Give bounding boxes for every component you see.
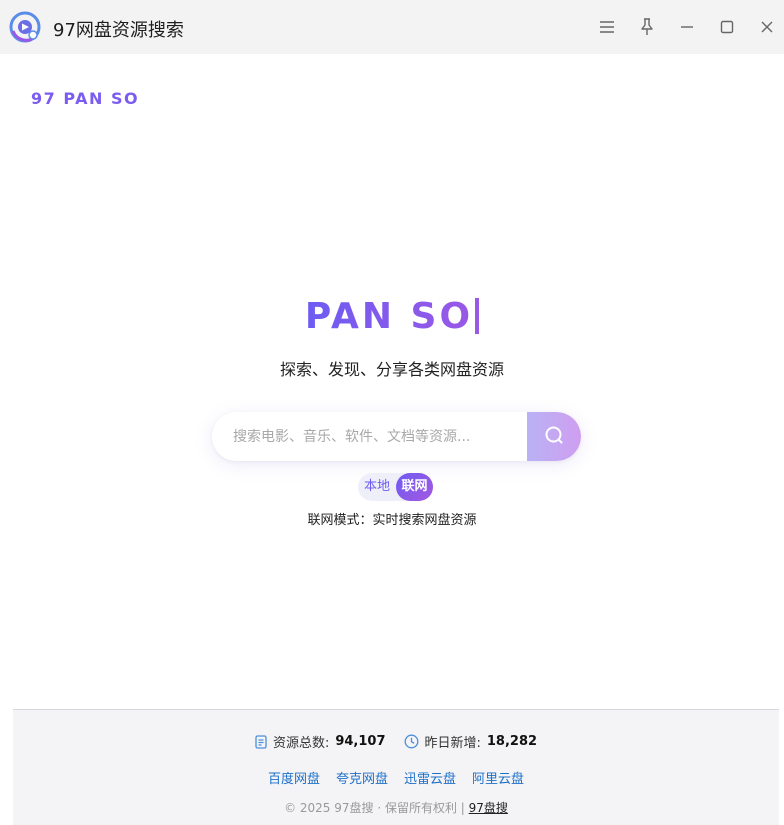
document-icon xyxy=(255,734,267,749)
link-quark[interactable]: 夸克网盘 xyxy=(336,768,388,787)
close-icon[interactable] xyxy=(754,14,780,40)
hero-subtitle: 探索、发现、分享各类网盘资源 xyxy=(279,360,504,379)
search-icon xyxy=(544,425,564,449)
mode-online-button[interactable]: 联网 xyxy=(396,473,433,501)
menu-icon[interactable] xyxy=(594,14,620,40)
app-logo-icon xyxy=(9,11,41,43)
netdisk-links: 百度网盘 夸克网盘 迅雷云盘 阿里云盘 xyxy=(13,768,779,787)
search-input[interactable] xyxy=(212,412,527,461)
stats-row: 资源总数: 94,107 昨日新增: 18,282 xyxy=(13,732,779,751)
mode-toggle: 本地 联网 xyxy=(358,473,433,501)
link-xunlei[interactable]: 迅雷云盘 xyxy=(404,768,456,787)
footer: 资源总数: 94,107 昨日新增: 18,282 百度网盘 夸克网盘 迅雷云盘… xyxy=(13,709,779,825)
stat-new: 昨日新增: 18,282 xyxy=(404,732,538,751)
brand-logo-text[interactable]: 97 PAN SO xyxy=(31,89,139,108)
stat-new-label: 昨日新增: xyxy=(424,736,481,751)
maximize-icon[interactable] xyxy=(714,14,740,40)
copyright-link[interactable]: 97盘搜 xyxy=(469,801,508,815)
stat-new-value: 18,282 xyxy=(486,734,538,749)
mode-local-button[interactable]: 本地 xyxy=(358,473,396,501)
mode-description: 联网模式：实时搜索网盘资源 xyxy=(307,513,477,528)
pin-icon[interactable] xyxy=(634,14,660,40)
title-bar: 97网盘资源搜索 xyxy=(0,0,784,54)
stat-total-value: 94,107 xyxy=(335,734,386,749)
search-bar xyxy=(212,412,581,461)
copyright-text: © 2025 97盘搜 · 保留所有权利 | xyxy=(284,801,465,815)
clock-icon xyxy=(404,734,419,749)
stat-total: 资源总数: 94,107 xyxy=(255,732,386,751)
hero-title-text: PAN SO xyxy=(304,296,474,337)
copyright: © 2025 97盘搜 · 保留所有权利 | 97盘搜 xyxy=(13,799,779,816)
stat-total-label: 资源总数: xyxy=(272,736,330,751)
minimize-icon[interactable] xyxy=(674,14,700,40)
link-baidu[interactable]: 百度网盘 xyxy=(268,768,320,787)
hero-title: PAN SO xyxy=(0,296,784,337)
search-button[interactable] xyxy=(527,412,581,461)
window-title: 97网盘资源搜索 xyxy=(53,20,184,41)
typing-cursor xyxy=(475,298,480,334)
link-aliyun[interactable]: 阿里云盘 xyxy=(472,768,524,787)
